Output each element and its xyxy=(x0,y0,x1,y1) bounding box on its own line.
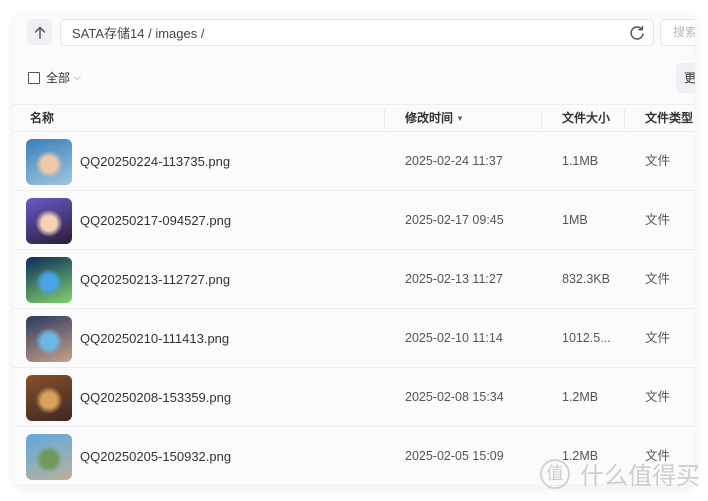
file-size: 1.2MB xyxy=(562,390,599,404)
file-name: QQ20250217-094527.png xyxy=(80,213,232,228)
file-size: 1.2MB xyxy=(562,449,599,463)
file-size: 1012.5... xyxy=(562,331,611,345)
file-row[interactable]: QQ20250210-111413.png 2025-02-10 11:14 1… xyxy=(13,309,695,368)
column-header-size[interactable]: 文件大小 xyxy=(562,105,610,132)
file-type: 文件 xyxy=(645,213,671,227)
file-type: 文件 xyxy=(645,331,671,345)
search-input[interactable]: 搜索 xyxy=(660,19,695,46)
image-thumbnail xyxy=(26,257,72,303)
file-name: QQ20250205-150932.png xyxy=(80,449,232,464)
sort-desc-icon: ▼ xyxy=(456,114,464,123)
column-resize-handle[interactable] xyxy=(384,109,385,129)
file-size: 832.3KB xyxy=(562,272,610,286)
file-name: QQ20250210-111413.png xyxy=(80,331,230,346)
column-resize-handle[interactable] xyxy=(541,109,542,129)
image-thumbnail xyxy=(26,198,72,244)
image-thumbnail xyxy=(26,375,72,421)
file-type: 文件 xyxy=(645,449,671,463)
table-header: 名称 修改时间 ▼ 文件大小 文件类型 xyxy=(13,104,695,132)
file-row[interactable]: QQ20250208-153359.png 2025-02-08 15:34 1… xyxy=(13,368,695,427)
select-all-dropdown[interactable]: 全部 ⌵ xyxy=(28,69,81,86)
column-header-modified[interactable]: 修改时间 ▼ xyxy=(405,105,464,132)
file-modified: 2025-02-05 15:09 xyxy=(405,449,504,463)
file-list: QQ20250224-113735.png 2025-02-24 11:37 1… xyxy=(13,132,695,486)
path-text: SATA存储14 / images / xyxy=(72,26,205,41)
image-thumbnail xyxy=(26,434,72,480)
column-header-name[interactable]: 名称 xyxy=(30,105,54,132)
file-modified: 2025-02-13 11:27 xyxy=(405,272,503,286)
image-thumbnail xyxy=(26,139,72,185)
more-button[interactable]: 更多 xyxy=(676,63,695,93)
file-name: QQ20250224-113735.png xyxy=(80,154,231,169)
file-browser-panel: SATA存储14 / images / 搜索 全部 ⌵ 更多 名称 修改时间▼ … xyxy=(13,13,695,487)
file-name: QQ20250213-112727.png xyxy=(80,272,231,287)
arrow-up-icon xyxy=(34,26,45,39)
column-header-type[interactable]: 文件类型 xyxy=(645,105,693,132)
column-resize-handle[interactable] xyxy=(624,109,625,129)
file-row[interactable]: QQ20250213-112727.png 2025-02-13 11:27 8… xyxy=(13,250,695,309)
select-all-checkbox[interactable] xyxy=(28,71,40,84)
image-thumbnail xyxy=(26,316,72,362)
column-header-modified-label: 修改时间 xyxy=(405,111,454,125)
file-row[interactable]: QQ20250217-094527.png 2025-02-17 09:45 1… xyxy=(13,191,695,250)
file-modified: 2025-02-24 11:37 xyxy=(405,154,503,168)
file-modified: 2025-02-17 09:45 xyxy=(405,213,504,227)
file-name: QQ20250208-153359.png xyxy=(80,390,232,405)
refresh-icon[interactable] xyxy=(629,25,645,41)
file-size: 1MB xyxy=(562,213,588,227)
file-type: 文件 xyxy=(645,154,671,168)
column-header-name-label: 名称 xyxy=(30,111,55,125)
path-breadcrumb-input[interactable]: SATA存储14 / images / xyxy=(60,19,654,46)
file-size: 1.1MB xyxy=(562,154,599,168)
file-row[interactable]: QQ20250224-113735.png 2025-02-24 11:37 1… xyxy=(13,132,695,191)
file-modified: 2025-02-08 15:34 xyxy=(405,390,504,404)
chevron-down-icon: ⌵ xyxy=(74,72,81,82)
file-type: 文件 xyxy=(645,390,671,404)
file-row[interactable]: QQ20250205-150932.png 2025-02-05 15:09 1… xyxy=(13,427,695,486)
more-button-label: 更多 xyxy=(684,71,695,85)
column-header-size-label: 文件大小 xyxy=(562,111,611,125)
search-placeholder: 搜索 xyxy=(673,25,695,39)
go-up-button[interactable] xyxy=(27,19,52,45)
file-type: 文件 xyxy=(645,272,671,286)
column-header-type-label: 文件类型 xyxy=(645,111,694,125)
file-modified: 2025-02-10 11:14 xyxy=(405,331,503,345)
select-all-label: 全部 xyxy=(46,71,71,85)
